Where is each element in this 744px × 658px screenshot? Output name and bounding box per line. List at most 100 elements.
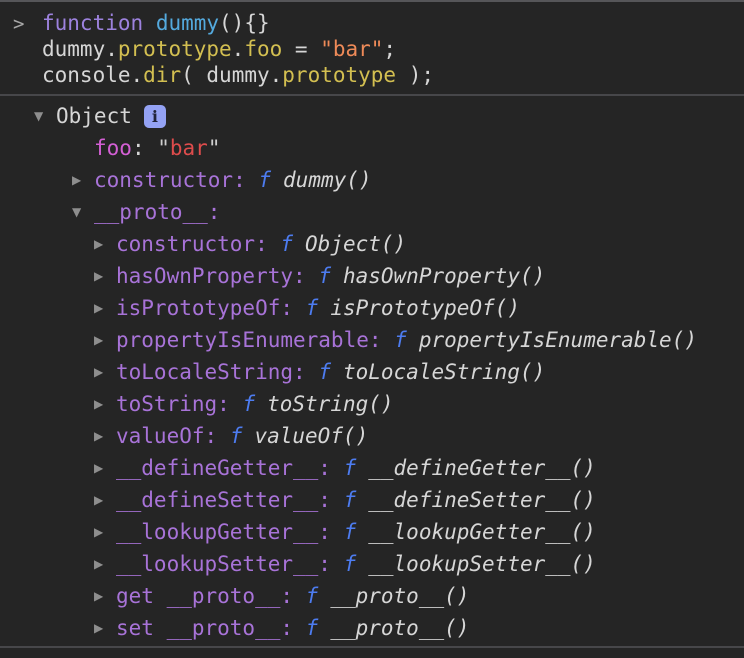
- function-preview: dummy(): [283, 164, 372, 196]
- function-preview: isPrototypeOf(): [330, 292, 520, 324]
- property-name: hasOwnProperty: [116, 260, 293, 292]
- colon: :: [280, 292, 305, 324]
- colon: :: [369, 324, 394, 356]
- tree-row[interactable]: ▶constructor: fObject(): [0, 228, 744, 260]
- tree-row[interactable]: ▶get __proto__: f__proto__(): [0, 580, 744, 612]
- code-token-plain: .: [131, 63, 144, 87]
- function-preview: Object(): [305, 228, 406, 260]
- tree-row[interactable]: ▶toString: f toString(): [0, 388, 744, 420]
- code-line: dummy.prototype.foo = "bar";: [0, 36, 744, 62]
- property-name: toString: [116, 388, 217, 420]
- tree-row[interactable]: ▶hasOwnProperty: fhasOwnProperty(): [0, 260, 744, 292]
- function-preview: __defineSetter__(): [368, 484, 596, 516]
- function-symbol: f: [344, 484, 357, 516]
- code-token-string: "bar": [320, 37, 383, 61]
- colon: :: [318, 452, 343, 484]
- string-value: bar: [170, 132, 208, 164]
- prompt-chevron-icon: >: [13, 11, 24, 37]
- code-token-plain: (){}: [219, 11, 270, 35]
- tree-row[interactable]: ▶propertyIsEnumerable: fpropertyIsEnumer…: [0, 324, 744, 356]
- tree-row[interactable]: ▶toLocaleString: ftoLocaleString(): [0, 356, 744, 388]
- expand-triangle-icon[interactable]: ▶: [94, 580, 116, 612]
- expand-triangle-icon[interactable]: ▶: [94, 612, 116, 644]
- code-token-plain: console: [42, 63, 131, 87]
- colon: :: [233, 164, 258, 196]
- colon: :: [132, 132, 157, 164]
- string-quote: ": [208, 132, 221, 164]
- expand-triangle-icon[interactable]: ▶: [94, 228, 116, 260]
- property-name: valueOf: [116, 420, 205, 452]
- code-token-member: dir: [143, 63, 181, 87]
- property-name: constructor: [94, 164, 233, 196]
- code-token-plain: .: [105, 37, 118, 61]
- function-preview: __proto__(): [330, 612, 469, 644]
- tree-row[interactable]: ▼Objecti: [0, 100, 744, 132]
- function-symbol: f: [344, 548, 357, 580]
- function-preview: toLocaleString(): [343, 356, 545, 388]
- code-token-member: foo: [244, 37, 282, 61]
- colon: :: [318, 548, 343, 580]
- code-token-plain: ;: [383, 37, 396, 61]
- code-token-plain: .: [232, 37, 245, 61]
- tree-row: foo: "bar": [0, 132, 744, 164]
- colon: :: [208, 196, 233, 228]
- tree-row[interactable]: ▶__lookupGetter__: f__lookupGetter__(): [0, 516, 744, 548]
- expand-triangle-icon[interactable]: ▶: [94, 452, 116, 484]
- colon: :: [205, 420, 230, 452]
- expand-triangle-icon[interactable]: ▶: [94, 260, 116, 292]
- function-symbol: f: [344, 516, 357, 548]
- collapse-triangle-icon[interactable]: ▼: [34, 100, 56, 132]
- code-token-member: prototype: [118, 37, 232, 61]
- collapse-triangle-icon[interactable]: ▼: [72, 196, 94, 228]
- function-preview: propertyIsEnumerable(): [419, 324, 697, 356]
- expand-triangle-icon[interactable]: ▶: [94, 388, 116, 420]
- code-token-keyword: function: [42, 11, 143, 35]
- function-symbol: f: [258, 164, 271, 196]
- tree-row[interactable]: ▶__defineSetter__: f__defineSetter__(): [0, 484, 744, 516]
- bottom-divider: [0, 646, 744, 656]
- code-token-member: prototype: [282, 63, 396, 87]
- expand-triangle-icon[interactable]: ▶: [94, 484, 116, 516]
- code-line: console.dir( dummy.prototype );: [0, 62, 744, 88]
- tree-row[interactable]: ▶__defineGetter__: f__defineGetter__(): [0, 452, 744, 484]
- function-preview: toString(): [267, 388, 393, 420]
- function-symbol: f: [306, 580, 319, 612]
- code-token-plain: =: [282, 37, 320, 61]
- tree-row[interactable]: ▼__proto__:: [0, 196, 744, 228]
- code-line: function dummy(){}: [0, 10, 744, 36]
- colon: :: [293, 260, 318, 292]
- property-name: constructor: [116, 228, 255, 260]
- devtools-console: > function dummy(){}dummy.prototype.foo …: [0, 0, 744, 658]
- function-preview: __lookupSetter__(): [368, 548, 596, 580]
- property-name: toLocaleString: [116, 356, 293, 388]
- property-name: __lookupGetter__: [116, 516, 318, 548]
- console-input-echo: > function dummy(){}dummy.prototype.foo …: [0, 2, 744, 94]
- function-symbol: f: [280, 228, 293, 260]
- object-info-icon[interactable]: i: [144, 105, 166, 128]
- expand-triangle-icon[interactable]: ▶: [94, 324, 116, 356]
- console-output-tree: ▼Objectifoo: "bar"▶constructor: fdummy()…: [0, 96, 744, 644]
- code-token-plain: [143, 11, 156, 35]
- tree-row[interactable]: ▶__lookupSetter__: f__lookupSetter__(): [0, 548, 744, 580]
- function-symbol: f: [344, 452, 357, 484]
- property-name: __proto__: [94, 196, 208, 228]
- colon: :: [217, 388, 242, 420]
- property-name: __defineSetter__: [116, 484, 318, 516]
- tree-row[interactable]: ▶valueOf: fvalueOf(): [0, 420, 744, 452]
- expand-triangle-icon[interactable]: ▶: [94, 548, 116, 580]
- function-symbol: f: [306, 292, 319, 324]
- expand-triangle-icon[interactable]: ▶: [94, 420, 116, 452]
- colon: :: [293, 356, 318, 388]
- function-preview: __defineGetter__(): [368, 452, 596, 484]
- code-token-fname: dummy: [156, 11, 219, 35]
- expand-triangle-icon[interactable]: ▶: [94, 292, 116, 324]
- expand-triangle-icon[interactable]: ▶: [94, 356, 116, 388]
- function-symbol: f: [242, 388, 255, 420]
- code-token-plain: ): [396, 63, 421, 87]
- expand-triangle-icon[interactable]: ▶: [72, 164, 94, 196]
- expand-triangle-icon[interactable]: ▶: [94, 516, 116, 548]
- tree-row[interactable]: ▶constructor: f dummy(): [0, 164, 744, 196]
- tree-row[interactable]: ▶isPrototypeOf: fisPrototypeOf(): [0, 292, 744, 324]
- colon: :: [280, 612, 305, 644]
- tree-row[interactable]: ▶set __proto__: f__proto__(): [0, 612, 744, 644]
